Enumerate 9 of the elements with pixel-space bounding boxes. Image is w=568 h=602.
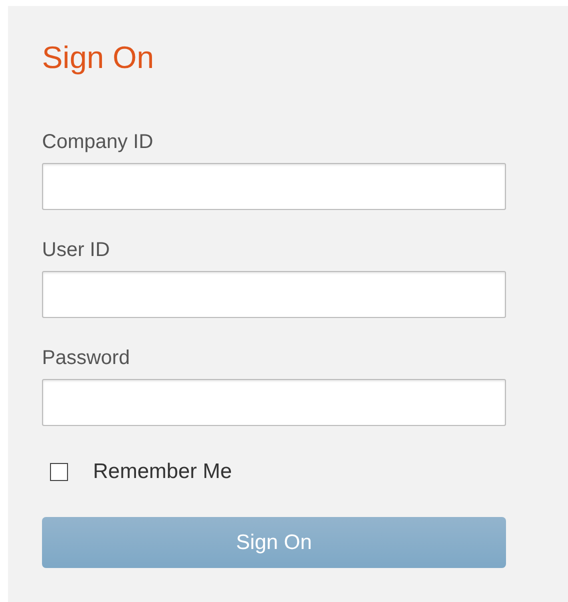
input-field[interactable] bbox=[42, 271, 506, 318]
field-label: Password bbox=[42, 346, 130, 370]
page-title: Sign On bbox=[42, 40, 154, 76]
input-field[interactable] bbox=[42, 163, 506, 210]
input-field[interactable] bbox=[42, 379, 506, 426]
checkbox-label: Remember Me bbox=[93, 460, 232, 484]
field-label: User ID bbox=[42, 238, 110, 262]
checkbox[interactable] bbox=[50, 463, 68, 481]
field-label: Company ID bbox=[42, 130, 154, 154]
